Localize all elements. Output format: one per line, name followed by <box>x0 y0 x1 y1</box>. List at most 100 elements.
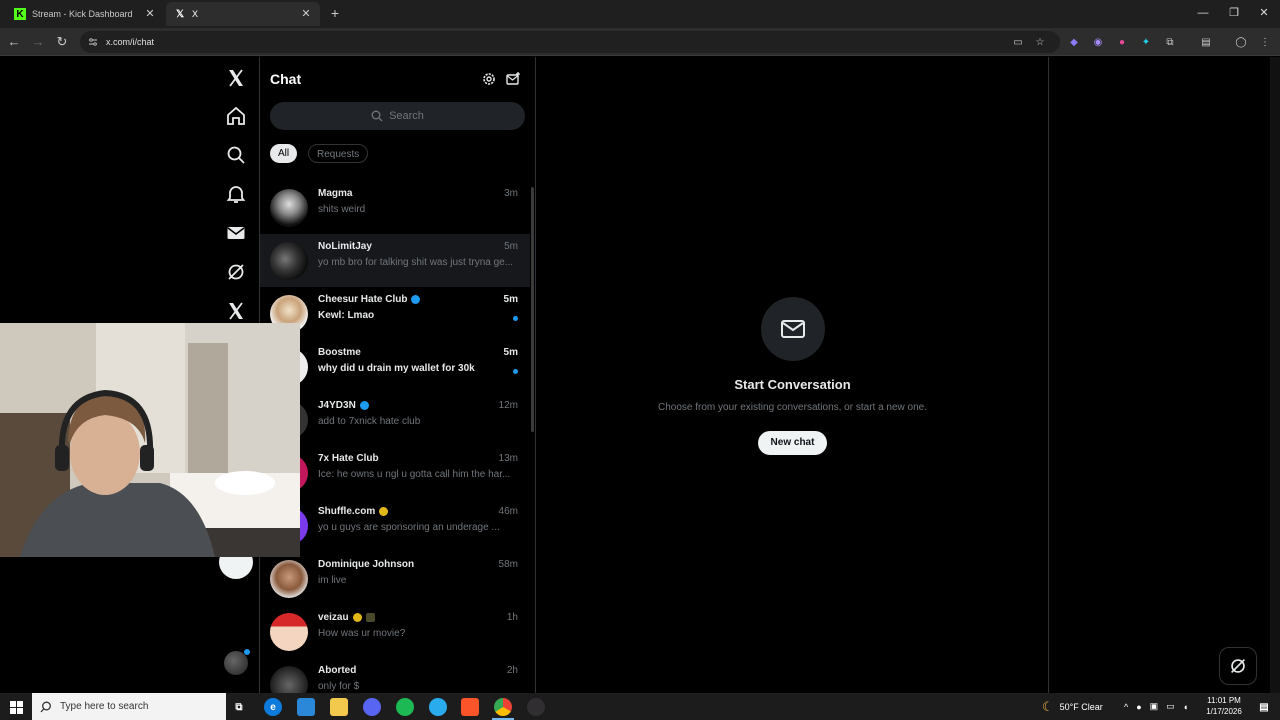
conversation-item-7x-hate-club[interactable]: 7x Hate Club Ice: he owns u ngl u gotta … <box>260 446 530 499</box>
spotify-icon[interactable] <box>396 698 414 716</box>
conversation-preview: yo mb bro for talking shit was just tryn… <box>318 257 514 268</box>
file-explorer-icon[interactable] <box>330 698 348 716</box>
network-icon[interactable]: ▭ <box>1166 701 1175 712</box>
brave-icon[interactable] <box>461 698 479 716</box>
conversation-name: Dominique Johnson <box>318 559 415 570</box>
conversation-preview: Kewl: Lmao <box>318 310 375 321</box>
store-icon[interactable] <box>297 698 315 716</box>
clock-date: 1/17/2026 <box>1206 707 1242 716</box>
close-tab-icon[interactable]: ✕ <box>300 8 312 20</box>
taskbar-search-input[interactable]: Type here to search <box>32 693 226 720</box>
taskbar-clock[interactable]: 11:01 PM 1/17/2026 <box>1196 695 1252 717</box>
extensions-puzzle-icon[interactable]: ⧉ <box>1162 34 1178 50</box>
conversation-time: 2h <box>506 665 518 676</box>
url-field[interactable]: x.com/i/chat <box>80 31 1060 53</box>
affiliate-badge-icon <box>365 613 375 622</box>
windows-start-icon[interactable] <box>7 698 25 716</box>
new-tab-button[interactable]: + <box>328 6 342 20</box>
show-hidden-icons[interactable]: ^ <box>1124 702 1128 712</box>
grok-floating-button[interactable] <box>1219 647 1257 685</box>
notifications-bell-icon[interactable] <box>224 182 248 206</box>
mail-icon <box>761 297 825 361</box>
conversation-name: Shuffle.com <box>318 506 389 517</box>
search-icon[interactable] <box>224 143 248 167</box>
empty-state-subtitle: Choose from your existing conversations,… <box>657 402 928 413</box>
bookmark-star-icon[interactable]: ☆ <box>1032 34 1048 50</box>
edge-icon[interactable]: e <box>264 698 282 716</box>
chrome-icon[interactable] <box>494 698 512 716</box>
conversation-item-veizau[interactable]: veizau How was ur movie? 1h <box>260 605 530 658</box>
microphone-icon[interactable]: ● <box>1136 702 1141 712</box>
conversation-item-j4yd3n[interactable]: J4YD3N add to 7xnick hate club 12m <box>260 393 530 446</box>
conversation-item-cheesur-hate-club[interactable]: Cheesur Hate Club Kewl: Lmao 5m <box>260 287 530 340</box>
conversation-item-boostme[interactable]: Boostme why did u drain my wallet for 30… <box>260 340 530 393</box>
new-chat-button[interactable]: New chat <box>758 431 827 455</box>
tray-app-icon[interactable]: ▣ <box>1150 701 1159 712</box>
conversation-time: 46m <box>498 506 518 517</box>
x-logo-icon[interactable] <box>224 66 248 90</box>
menu-icon[interactable]: ⋮ <box>1257 34 1273 50</box>
filter-requests[interactable]: Requests <box>308 144 369 163</box>
page-scrollbar[interactable] <box>1270 57 1280 693</box>
windows-taskbar: Type here to search ⧉ e ☾ 50°F Clear ^ ●… <box>0 693 1280 720</box>
install-app-icon[interactable]: ▭ <box>1010 34 1026 50</box>
conversation-name: veizau <box>318 612 375 623</box>
conversation-name: NoLimitJay <box>318 241 372 252</box>
extension-icon[interactable]: ● <box>1114 34 1130 50</box>
extension-icon[interactable]: ✦ <box>1138 34 1154 50</box>
avatar <box>270 613 308 651</box>
url-text: x.com/i/chat <box>106 37 155 47</box>
conversation-time: 5m <box>503 347 518 358</box>
webcam-overlay <box>0 323 300 557</box>
weather-widget[interactable]: ☾ 50°F Clear <box>1042 693 1103 720</box>
weather-text: 50°F Clear <box>1059 701 1103 712</box>
minimize-button[interactable]: — <box>1196 6 1210 20</box>
task-view-icon[interactable]: ⧉ <box>230 698 248 716</box>
back-button[interactable]: ← <box>6 34 22 50</box>
x-logo-icon: 𝕏 <box>175 8 185 20</box>
volume-icon[interactable]: ◖ <box>1183 702 1188 712</box>
conversation-item-aborted[interactable]: Aborted only for $ 2h <box>260 658 530 693</box>
empty-conversation-pane: Start Conversation Choose from your exis… <box>536 57 1049 693</box>
system-tray: ^ ● ▣ ▭ ◖ <box>1124 693 1188 720</box>
extension-icon[interactable]: ◉ <box>1090 34 1106 50</box>
x-premium-icon[interactable] <box>224 299 248 323</box>
discord-icon[interactable] <box>363 698 381 716</box>
verified-badge-icon <box>359 401 369 410</box>
search-input[interactable]: Search <box>270 102 525 130</box>
notification-center-icon[interactable]: ▤ <box>1255 698 1273 716</box>
taskbar-search-placeholder: Type here to search <box>60 701 149 712</box>
reload-button[interactable]: ↻ <box>54 34 70 50</box>
extension-icon[interactable]: ◆ <box>1066 34 1082 50</box>
conversation-item-nolimitjay[interactable]: NoLimitJay yo mb bro for talking shit wa… <box>260 234 530 287</box>
conversation-time: 13m <box>498 453 518 464</box>
tab-x[interactable]: 𝕏 X ✕ <box>166 2 320 26</box>
tab-kick-dashboard[interactable]: K Stream - Kick Dashboard ✕ <box>6 2 164 26</box>
close-window-button[interactable]: ✕ <box>1257 6 1271 20</box>
restore-button[interactable]: ❐ <box>1227 6 1241 20</box>
unread-dot <box>513 316 518 321</box>
new-message-icon[interactable] <box>505 71 521 87</box>
conversation-time: 1h <box>506 612 518 623</box>
conversation-name: Aborted <box>318 665 357 676</box>
home-icon[interactable] <box>224 104 248 128</box>
conversation-item-shuffle[interactable]: Shuffle.com yo u guys are sponsoring an … <box>260 499 530 552</box>
side-panel-icon[interactable]: ▤ <box>1198 34 1214 50</box>
conversation-preview: How was ur movie? <box>318 628 406 639</box>
conversation-item-magma[interactable]: Magma shits weird 3m <box>260 181 530 234</box>
clock-time: 11:01 PM <box>1207 696 1241 705</box>
settings-gear-icon[interactable] <box>481 71 497 87</box>
filter-all[interactable]: All <box>270 144 298 163</box>
conversation-item-dominique-johnson[interactable]: Dominique Johnson im live 58m <box>260 552 530 605</box>
site-info-icon[interactable] <box>88 37 98 47</box>
conversation-name: J4YD3N <box>318 400 369 411</box>
telegram-icon[interactable] <box>429 698 447 716</box>
forward-button[interactable]: → <box>30 34 46 50</box>
conversation-list-scrollbar[interactable] <box>531 187 534 432</box>
obs-icon[interactable] <box>527 698 545 716</box>
profile-icon[interactable]: ◯ <box>1233 34 1249 50</box>
account-avatar[interactable] <box>224 649 250 675</box>
close-tab-icon[interactable]: ✕ <box>144 8 156 20</box>
grok-icon[interactable] <box>224 260 248 284</box>
messages-mail-icon[interactable] <box>224 221 248 245</box>
